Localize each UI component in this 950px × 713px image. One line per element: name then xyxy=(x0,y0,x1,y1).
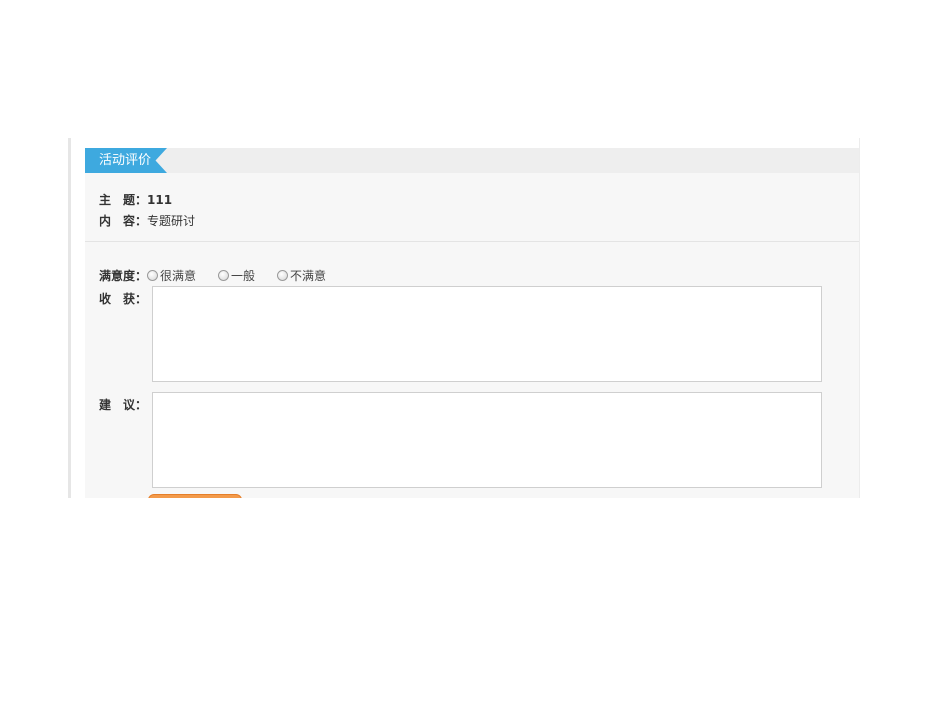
subject-label: 主 题： xyxy=(99,193,148,207)
content-value: 专题研讨 xyxy=(147,214,196,228)
evaluation-panel: 活动评价 主 题：111 内 容：专题研讨 满意度： 很满意 一般 不满意 收 … xyxy=(85,148,859,498)
satisfaction-row: 满意度： 很满意 一般 不满意 xyxy=(99,267,348,284)
suggestion-textarea[interactable] xyxy=(152,392,822,488)
suggestion-label: 建 议： xyxy=(99,398,148,412)
radio-dissatisfied[interactable]: 不满意 xyxy=(277,267,326,284)
gains-textarea[interactable] xyxy=(152,286,822,382)
radio-very-satisfied-label: 很满意 xyxy=(160,269,197,283)
tab-activity-evaluation: 活动评价 xyxy=(85,148,167,173)
content-label: 内 容： xyxy=(99,214,148,228)
radio-dissatisfied-circle[interactable] xyxy=(277,270,289,281)
evaluation-frame: 活动评价 主 题：111 内 容：专题研讨 满意度： 很满意 一般 不满意 收 … xyxy=(68,138,860,498)
gains-label: 收 获： xyxy=(99,292,148,306)
satisfaction-label: 满意度： xyxy=(99,269,148,283)
subject-value: 111 xyxy=(147,193,173,207)
panel-header: 活动评价 xyxy=(85,148,859,173)
divider xyxy=(85,241,859,242)
radio-very-satisfied-circle[interactable] xyxy=(147,270,159,281)
submit-button[interactable] xyxy=(148,494,242,498)
radio-average[interactable]: 一般 xyxy=(218,267,255,284)
content-row: 内 容：专题研讨 xyxy=(99,211,195,232)
radio-very-satisfied[interactable]: 很满意 xyxy=(147,267,196,284)
subject-row: 主 题：111 xyxy=(99,190,195,211)
radio-dissatisfied-label: 不满意 xyxy=(290,269,327,283)
radio-average-label: 一般 xyxy=(231,269,256,283)
activity-info: 主 题：111 内 容：专题研讨 xyxy=(99,190,195,232)
radio-average-circle[interactable] xyxy=(218,270,230,281)
